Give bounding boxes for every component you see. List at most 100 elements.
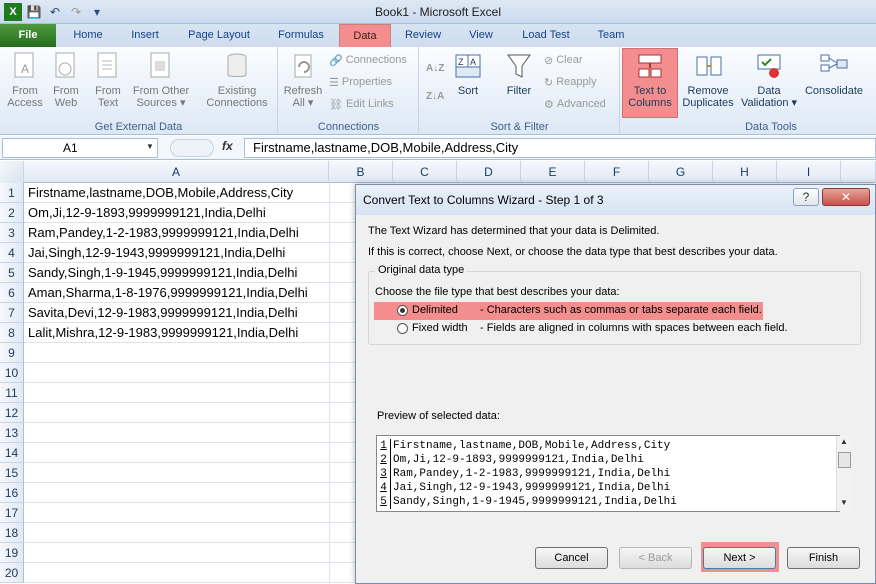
row-header[interactable]: 1 [0,183,24,203]
cancel-button[interactable]: Cancel [535,547,608,569]
from-text-button[interactable]: From Text [88,49,128,109]
row-header[interactable]: 17 [0,503,24,523]
preview-row-text: Firstname,lastname,DOB,Mobile,Address,Ci… [393,440,671,452]
name-box[interactable]: A1 [2,138,158,158]
scroll-down-icon[interactable]: ▼ [840,498,848,507]
existing-connections-button[interactable]: Existing Connections [200,49,274,109]
column-header-a[interactable]: A [24,161,329,183]
cell-a[interactable]: Om,Ji,12-9-1893,9999999121,India,Delhi [28,203,266,223]
row-header[interactable]: 15 [0,463,24,483]
data-preview[interactable]: 1 Firstname,lastname,DOB,Mobile,Address,C… [376,435,840,512]
row-header[interactable]: 16 [0,483,24,503]
cell-a[interactable]: Firstname,lastname,DOB,Mobile,Address,Ci… [28,183,293,203]
row-header[interactable]: 20 [0,563,24,583]
column-header-g[interactable]: G [649,161,713,183]
column-header-e[interactable]: E [521,161,585,183]
row-header[interactable]: 6 [0,283,24,303]
connections-button[interactable]: 🔗 Connections [329,51,407,69]
text-to-columns-button[interactable]: Text to Columns [622,48,678,118]
tab-formulas[interactable]: Formulas [270,24,332,47]
insert-function-icon[interactable]: fx [222,139,233,153]
tab-home[interactable]: Home [62,24,114,47]
cell-a[interactable]: Lalit,Mishra,12-9-1983,9999999121,India,… [28,323,298,343]
row-header[interactable]: 9 [0,343,24,363]
row-header[interactable]: 12 [0,403,24,423]
data-validation-button[interactable]: Data Validation ▾ [737,49,801,109]
formula-resize-handle[interactable] [170,139,214,157]
tab-view[interactable]: View [458,24,504,47]
clear-button[interactable]: ⊘ Clear [544,51,583,69]
consolidate-icon [818,49,850,83]
cell-a[interactable]: Savita,Devi,12-9-1983,9999999121,India,D… [28,303,298,323]
tab-insert[interactable]: Insert [120,24,170,47]
cell-a[interactable]: Aman,Sharma,1-8-1976,9999999121,India,De… [28,283,308,303]
column-header-h[interactable]: H [713,161,777,183]
finish-button[interactable]: Finish [787,547,860,569]
row-header[interactable]: 8 [0,323,24,343]
refresh-icon [287,49,319,83]
sort-button[interactable]: ZA Sort [452,49,484,97]
close-button[interactable]: ✕ [822,188,870,206]
chevron-down-icon[interactable]: ▼ [146,142,154,151]
from-other-sources-button[interactable]: From Other Sources ▾ [128,49,194,109]
tab-load-test[interactable]: Load Test [514,24,578,47]
column-header-i[interactable]: I [777,161,841,183]
cell-a[interactable]: Ram,Pandey,1-2-1983,9999999121,India,Del… [28,223,299,243]
column-header-b[interactable]: B [329,161,393,183]
delimited-label[interactable]: Delimited [412,304,458,316]
tab-file[interactable]: File [0,24,56,47]
tab-team[interactable]: Team [588,24,634,47]
row-header[interactable]: 14 [0,443,24,463]
properties-button[interactable]: ☰ Properties [329,73,392,91]
fixed-width-radio[interactable] [397,323,408,334]
select-all-corner[interactable] [0,161,24,183]
formula-input[interactable]: Firstname,lastname,DOB,Mobile,Address,Ci… [244,138,876,158]
row-header[interactable]: 13 [0,423,24,443]
sort-z-a-icon[interactable]: Z↓A [426,87,444,105]
row-header[interactable]: 19 [0,543,24,563]
fixed-width-label[interactable]: Fixed width [412,322,468,334]
scroll-up-icon[interactable]: ▲ [840,437,848,446]
cell-a[interactable]: Jai,Singh,12-9-1943,9999999121,India,Del… [28,243,285,263]
reapply-button[interactable]: ↻ Reapply [544,73,597,91]
row-header[interactable]: 5 [0,263,24,283]
sort-a-z-icon[interactable]: A↓Z [426,59,444,77]
group-label: Connections [317,121,380,133]
next-button[interactable]: Next > [703,547,776,569]
preview-row-text: Om,Ji,12-9-1893,9999999121,India,Delhi [393,454,644,466]
edit-links-button[interactable]: ⛓ Edit Links [329,95,394,113]
preview-row-text: Sandy,Singh,1-9-1945,9999999121,India,De… [393,496,677,508]
filter-button[interactable]: Filter [500,49,538,97]
row-header[interactable]: 7 [0,303,24,323]
row-header[interactable]: 18 [0,523,24,543]
refresh-all-button[interactable]: Refresh All ▾ [281,49,325,109]
column-header-d[interactable]: D [457,161,521,183]
preview-row: 1 Firstname,lastname,DOB,Mobile,Address,C… [377,439,670,453]
cell-a[interactable]: Sandy,Singh,1-9-1945,9999999121,India,De… [28,263,297,283]
preview-scrollbar[interactable]: ▲ ▼ [836,436,852,511]
help-button[interactable]: ? [793,188,819,206]
advanced-button[interactable]: ⚙ Advanced [544,95,606,113]
back-button[interactable]: < Back [619,547,692,569]
row-header[interactable]: 3 [0,223,24,243]
consolidate-button[interactable]: Consolidate [801,49,867,97]
svg-text:A: A [21,62,29,76]
column-header-f[interactable]: F [585,161,649,183]
tab-page-layout[interactable]: Page Layout [178,24,260,47]
tab-data[interactable]: Data [339,24,391,47]
row-header[interactable]: 11 [0,383,24,403]
preview-row: 4 Jai,Singh,12-9-1943,9999999121,India,De… [377,481,670,495]
preview-row-number: 5 [377,495,391,509]
row-header[interactable]: 2 [0,203,24,223]
delimited-radio[interactable] [397,305,408,316]
tab-review[interactable]: Review [398,24,448,47]
column-header-c[interactable]: C [393,161,457,183]
scroll-thumb[interactable] [838,452,851,468]
row-header[interactable]: 10 [0,363,24,383]
row-header[interactable]: 4 [0,243,24,263]
from-web-button[interactable]: From Web [46,49,86,109]
preview-row-number: 3 [377,467,391,481]
remove-duplicates-button[interactable]: Remove Duplicates [681,49,735,109]
from-access-button[interactable]: A From Access [4,49,46,109]
column-header-j[interactable] [841,161,876,183]
